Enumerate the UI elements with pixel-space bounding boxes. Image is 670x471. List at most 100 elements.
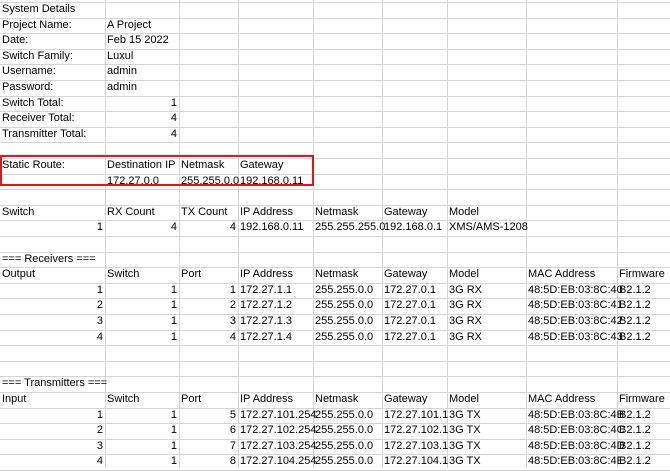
cell-r7-c2[interactable]: 1 xyxy=(105,96,179,112)
cell-r6-c4[interactable] xyxy=(238,80,313,96)
cell-r26-c3[interactable]: Port xyxy=(179,392,238,408)
cell-r29-c1[interactable]: 3 xyxy=(0,439,105,455)
cell-r24-c9[interactable] xyxy=(617,361,670,377)
cell-r23-c1[interactable] xyxy=(0,345,105,361)
cell-r22-c9[interactable]: B2.1.2 xyxy=(617,330,670,346)
cell-r29-c3[interactable]: 7 xyxy=(179,439,238,455)
cell-r25-c2[interactable] xyxy=(105,376,179,392)
cell-r28-c8[interactable]: 48:5D:EB:03:8C:4C xyxy=(526,423,625,439)
cell-r27-c2[interactable]: 1 xyxy=(105,408,179,424)
cell-r12-c8[interactable] xyxy=(526,174,617,190)
cell-r17-c7[interactable] xyxy=(447,252,526,268)
cell-r1-c4[interactable] xyxy=(238,2,313,18)
cell-r22-c7[interactable]: 3G RX xyxy=(447,330,526,346)
cell-r16-c6[interactable] xyxy=(382,236,447,252)
cell-r28-c7[interactable]: 3G TX xyxy=(447,423,526,439)
cell-r7-c8[interactable] xyxy=(526,96,617,112)
cell-r15-c7[interactable]: XMS/AMS-1208 xyxy=(447,220,528,236)
cell-r20-c7[interactable]: 3G RX xyxy=(447,298,526,314)
cell-r3-c8[interactable] xyxy=(526,33,617,49)
cell-r10-c8[interactable] xyxy=(526,142,617,158)
cell-r24-c2[interactable] xyxy=(105,361,179,377)
cell-r10-c5[interactable] xyxy=(313,142,382,158)
cell-r19-c8[interactable]: 48:5D:EB:03:8C:40 xyxy=(526,283,623,299)
cell-r24-c7[interactable] xyxy=(447,361,526,377)
cell-r27-c4[interactable]: 172.27.101.254 xyxy=(238,408,316,424)
cell-r1-c1[interactable]: System Details xyxy=(0,2,105,18)
cell-r19-c5[interactable]: 255.255.0.0 xyxy=(313,283,382,299)
cell-r6-c5[interactable] xyxy=(313,80,382,96)
cell-r1-c7[interactable] xyxy=(447,2,526,18)
cell-r15-c4[interactable]: 192.168.0.11 xyxy=(238,220,313,236)
cell-r26-c2[interactable]: Switch xyxy=(105,392,179,408)
cell-r3-c3[interactable] xyxy=(179,33,238,49)
cell-r4-c4[interactable] xyxy=(238,49,313,65)
cell-r29-c6[interactable]: 172.27.103.1 xyxy=(382,439,448,455)
cell-r14-c6[interactable]: Gateway xyxy=(382,205,447,221)
cell-r5-c4[interactable] xyxy=(238,64,313,80)
cell-r5-c3[interactable] xyxy=(179,64,238,80)
cell-r17-c8[interactable] xyxy=(526,252,617,268)
cell-r22-c8[interactable]: 48:5D:EB:03:8C:43 xyxy=(526,330,623,346)
cell-r8-c4[interactable] xyxy=(238,111,313,127)
cell-r28-c9[interactable]: B2.1.2 xyxy=(617,423,670,439)
cell-r13-c5[interactable] xyxy=(313,189,382,205)
cell-r27-c8[interactable]: 48:5D:EB:03:8C:4B xyxy=(526,408,624,424)
cell-r20-c9[interactable]: B2.1.2 xyxy=(617,298,670,314)
cell-r17-c6[interactable] xyxy=(382,252,447,268)
cell-r21-c7[interactable]: 3G RX xyxy=(447,314,526,330)
cell-r6-c9[interactable] xyxy=(617,80,670,96)
cell-r27-c1[interactable]: 1 xyxy=(0,408,105,424)
cell-r27-c5[interactable]: 255.255.0.0 xyxy=(313,408,382,424)
cell-r7-c6[interactable] xyxy=(382,96,447,112)
cell-r15-c5[interactable]: 255.255.255.0 xyxy=(313,220,385,236)
cell-r26-c5[interactable]: Netmask xyxy=(313,392,382,408)
cell-r24-c3[interactable] xyxy=(179,361,238,377)
cell-r20-c8[interactable]: 48:5D:EB:03:8C:41 xyxy=(526,298,623,314)
cell-r4-c7[interactable] xyxy=(447,49,526,65)
cell-r29-c5[interactable]: 255.255.0.0 xyxy=(313,439,382,455)
cell-r2-c7[interactable] xyxy=(447,18,526,34)
cell-r20-c3[interactable]: 2 xyxy=(179,298,238,314)
cell-r19-c7[interactable]: 3G RX xyxy=(447,283,526,299)
cell-r9-c3[interactable] xyxy=(179,127,238,143)
cell-r22-c1[interactable]: 4 xyxy=(0,330,105,346)
cell-r19-c6[interactable]: 172.27.0.1 xyxy=(382,283,447,299)
cell-r26-c8[interactable]: MAC Address xyxy=(526,392,617,408)
cell-r21-c5[interactable]: 255.255.0.0 xyxy=(313,314,382,330)
cell-r23-c7[interactable] xyxy=(447,345,526,361)
cell-r28-c1[interactable]: 2 xyxy=(0,423,105,439)
cell-r3-c6[interactable] xyxy=(382,33,447,49)
cell-r6-c6[interactable] xyxy=(382,80,447,96)
cell-r22-c2[interactable]: 1 xyxy=(105,330,179,346)
cell-r11-c7[interactable] xyxy=(447,158,526,174)
cell-r13-c9[interactable] xyxy=(617,189,670,205)
cell-r2-c4[interactable] xyxy=(238,18,313,34)
cell-r1-c3[interactable] xyxy=(179,2,238,18)
cell-r19-c9[interactable]: B2.1.2 xyxy=(617,283,670,299)
cell-r18-c2[interactable]: Switch xyxy=(105,267,179,283)
cell-r4-c2[interactable]: Luxul xyxy=(105,49,179,65)
cell-r16-c7[interactable] xyxy=(447,236,526,252)
cell-r4-c9[interactable] xyxy=(617,49,670,65)
cell-r1-c5[interactable] xyxy=(313,2,382,18)
cell-r27-c6[interactable]: 172.27.101.1 xyxy=(382,408,448,424)
cell-r8-c6[interactable] xyxy=(382,111,447,127)
cell-r6-c1[interactable]: Password: xyxy=(0,80,105,96)
cell-r13-c4[interactable] xyxy=(238,189,313,205)
cell-r7-c4[interactable] xyxy=(238,96,313,112)
cell-r18-c6[interactable]: Gateway xyxy=(382,267,447,283)
cell-r18-c4[interactable]: IP Address xyxy=(238,267,313,283)
cell-r29-c2[interactable]: 1 xyxy=(105,439,179,455)
cell-r26-c4[interactable]: IP Address xyxy=(238,392,313,408)
cell-r14-c1[interactable]: Switch xyxy=(0,205,105,221)
cell-r22-c6[interactable]: 172.27.0.1 xyxy=(382,330,447,346)
cell-r4-c3[interactable] xyxy=(179,49,238,65)
cell-r5-c1[interactable]: Username: xyxy=(0,64,105,80)
cell-r2-c5[interactable] xyxy=(313,18,382,34)
cell-r28-c2[interactable]: 1 xyxy=(105,423,179,439)
cell-r13-c2[interactable] xyxy=(105,189,179,205)
cell-r15-c1[interactable]: 1 xyxy=(0,220,105,236)
cell-r23-c2[interactable] xyxy=(105,345,179,361)
cell-r8-c8[interactable] xyxy=(526,111,617,127)
